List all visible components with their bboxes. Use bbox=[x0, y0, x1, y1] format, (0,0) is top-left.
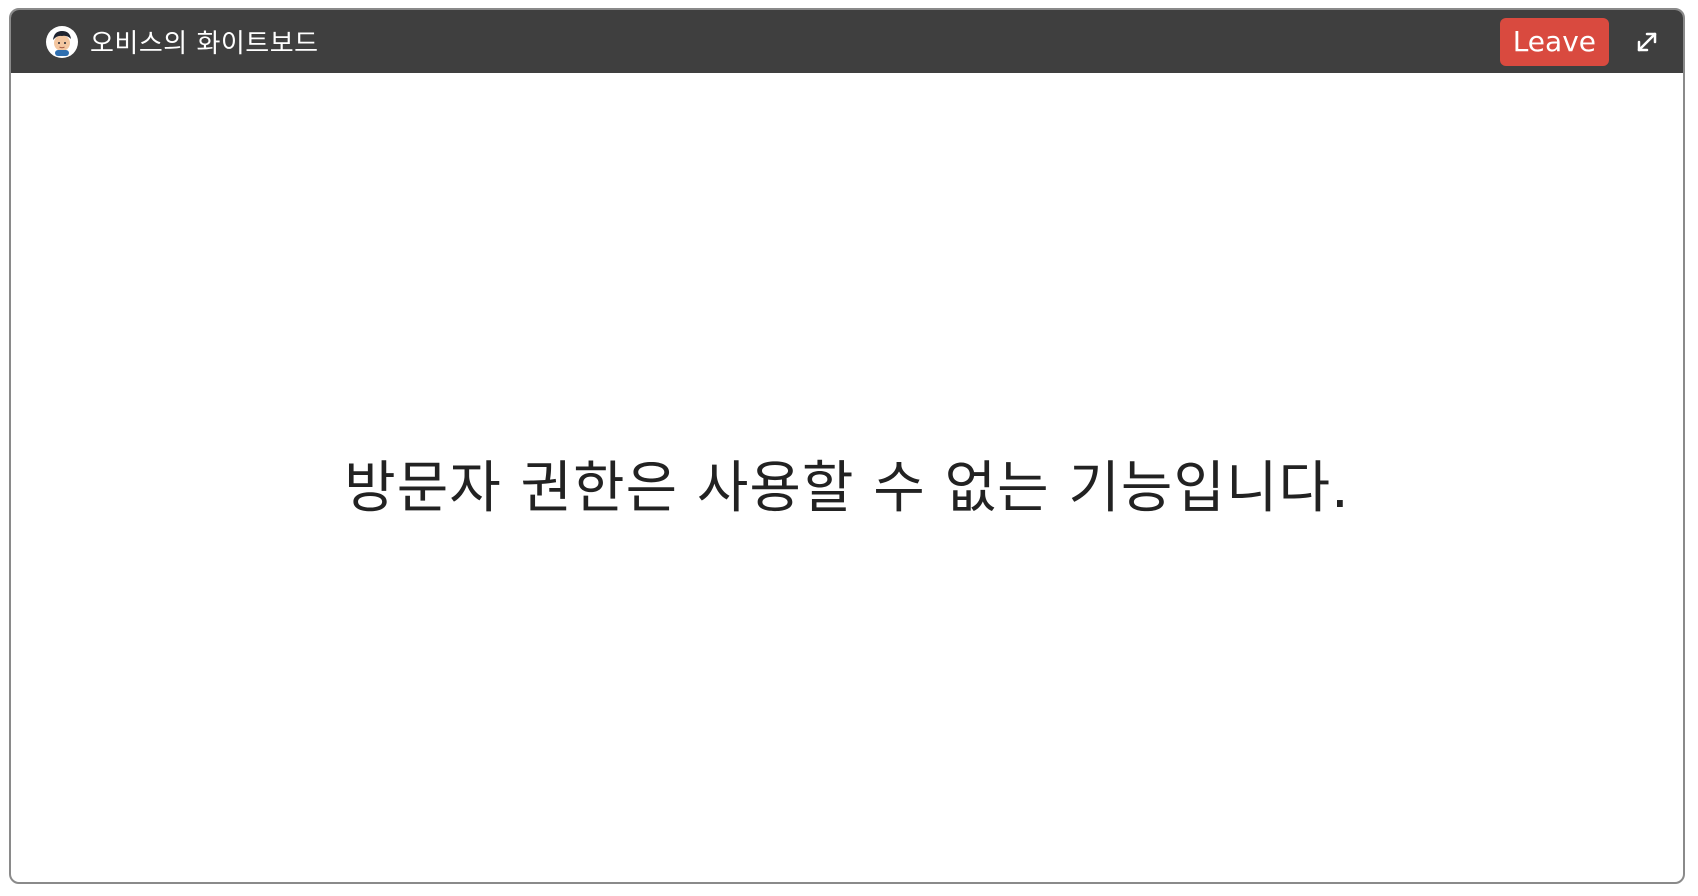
avatar-face-icon bbox=[47, 26, 77, 57]
window-titlebar: 오비스의 화이트보드 Leave bbox=[11, 10, 1683, 73]
window-title: 오비스의 화이트보드 bbox=[90, 29, 319, 59]
permission-message: 방문자 권한은 사용할 수 없는 기능입니다. bbox=[344, 456, 1350, 521]
fullscreen-arrows-icon bbox=[1637, 32, 1657, 51]
whiteboard-content: 방문자 권한은 사용할 수 없는 기능입니다. bbox=[11, 73, 1683, 882]
whiteboard-window: 오비스의 화이트보드 Leave 방문자 권한은 사용할 수 없는 기능입니다. bbox=[9, 8, 1685, 884]
expand-icon[interactable] bbox=[1627, 22, 1667, 62]
title-actions: Leave bbox=[1499, 17, 1667, 66]
user-avatar bbox=[46, 25, 78, 58]
leave-button[interactable]: Leave bbox=[1499, 17, 1609, 66]
title-group: 오비스의 화이트보드 bbox=[46, 23, 319, 60]
